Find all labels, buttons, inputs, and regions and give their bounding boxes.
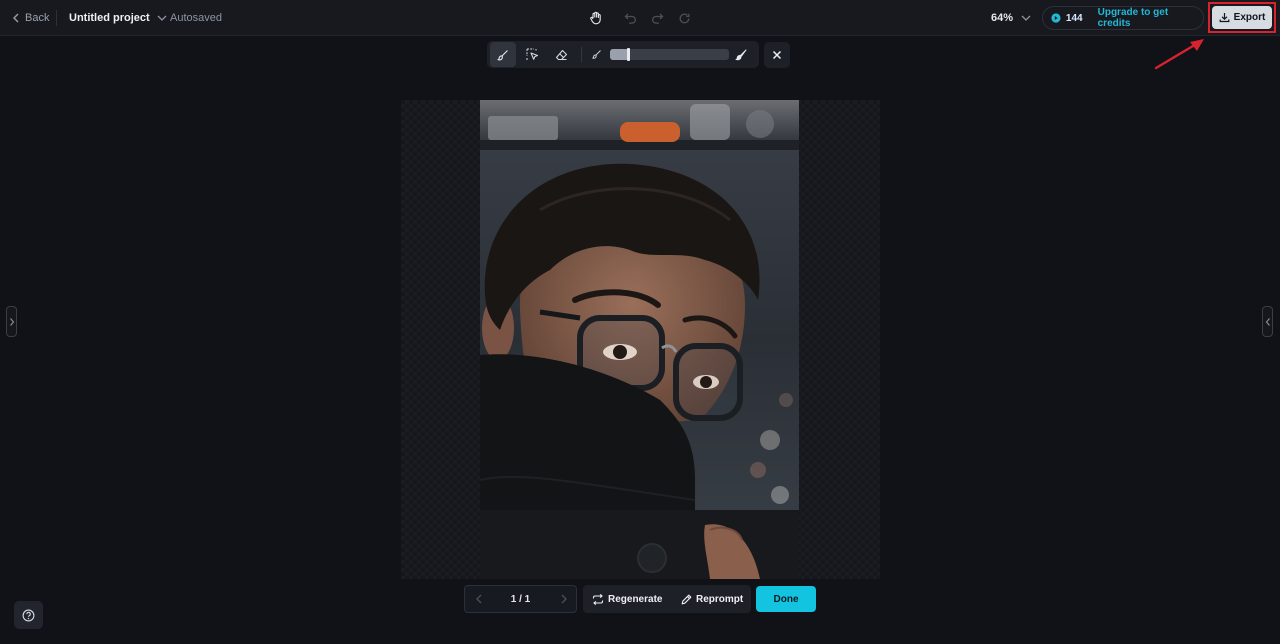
portrait-image	[480, 100, 799, 579]
chevron-right-icon	[561, 594, 567, 604]
brush-size-small-button[interactable]	[586, 42, 606, 67]
mask-toolbar	[487, 41, 759, 68]
zoom-level: 64%	[991, 12, 1014, 24]
annotation-arrow	[1154, 39, 1204, 70]
divider	[56, 10, 57, 26]
chevron-left-icon	[1265, 317, 1270, 326]
chevron-left-icon	[13, 13, 19, 23]
large-brush-icon	[735, 49, 747, 60]
chevron-down-icon	[157, 15, 167, 21]
export-label: Export	[1233, 12, 1266, 23]
slider-thumb[interactable]	[627, 48, 630, 61]
generation-actions: Regenerate Reprompt	[583, 585, 751, 613]
save-status: Autosaved	[170, 12, 222, 24]
credits-pill: 144 Upgrade to get credits	[1042, 6, 1204, 30]
page-navigator: 1 / 1	[464, 585, 577, 613]
brush-tool-button[interactable]	[490, 42, 516, 67]
small-brush-icon	[591, 50, 601, 59]
download-icon	[1219, 13, 1230, 23]
reprompt-button[interactable]: Reprompt	[681, 585, 743, 613]
chevron-right-icon	[9, 317, 14, 326]
upgrade-link[interactable]: Upgrade to get credits	[1098, 7, 1203, 29]
right-panel-toggle[interactable]	[1262, 306, 1273, 337]
back-button[interactable]: Back	[12, 0, 49, 36]
help-icon	[22, 609, 35, 621]
canvas-image[interactable]	[480, 100, 799, 579]
reprompt-label: Reprompt	[696, 593, 744, 605]
left-panel-toggle[interactable]	[6, 306, 17, 337]
back-label: Back	[25, 12, 50, 24]
refresh-icon	[679, 13, 689, 23]
eraser-tool-button[interactable]	[548, 42, 574, 67]
undo-button[interactable]	[621, 9, 639, 27]
export-button[interactable]: Export	[1212, 6, 1272, 29]
redo-button[interactable]	[648, 9, 666, 27]
brush-size-large-button[interactable]	[731, 42, 751, 67]
zoom-dropdown[interactable]: 64%	[991, 0, 1032, 36]
divider	[581, 47, 582, 62]
select-brush-icon	[526, 48, 538, 60]
select-tool-button[interactable]	[519, 42, 545, 67]
reset-button[interactable]	[675, 9, 693, 27]
regenerate-icon	[592, 593, 604, 605]
slider-fill	[610, 49, 628, 60]
regenerate-label: Regenerate	[608, 593, 663, 605]
pencil-icon	[681, 594, 692, 604]
done-button[interactable]: Done	[756, 586, 816, 612]
close-icon	[772, 50, 782, 60]
top-bar: Back Untitled project Autosaved 64% 144 …	[0, 0, 1280, 36]
next-page-button[interactable]	[557, 592, 571, 606]
brush-icon	[497, 49, 508, 60]
chevron-down-icon	[1021, 15, 1031, 21]
project-name: Untitled project	[69, 12, 150, 24]
eraser-icon	[555, 49, 567, 60]
redo-icon	[651, 13, 663, 24]
help-button[interactable]	[14, 601, 43, 629]
brush-size-slider[interactable]	[610, 48, 729, 61]
credit-coin-icon	[1051, 13, 1061, 23]
hand-icon	[590, 11, 601, 25]
undo-icon	[624, 13, 636, 24]
credits-count: 144	[1065, 12, 1083, 24]
close-mask-button[interactable]	[764, 42, 790, 68]
regenerate-button[interactable]: Regenerate	[592, 585, 662, 613]
hand-tool-button[interactable]	[587, 9, 605, 27]
project-name-dropdown[interactable]: Untitled project	[69, 0, 168, 36]
